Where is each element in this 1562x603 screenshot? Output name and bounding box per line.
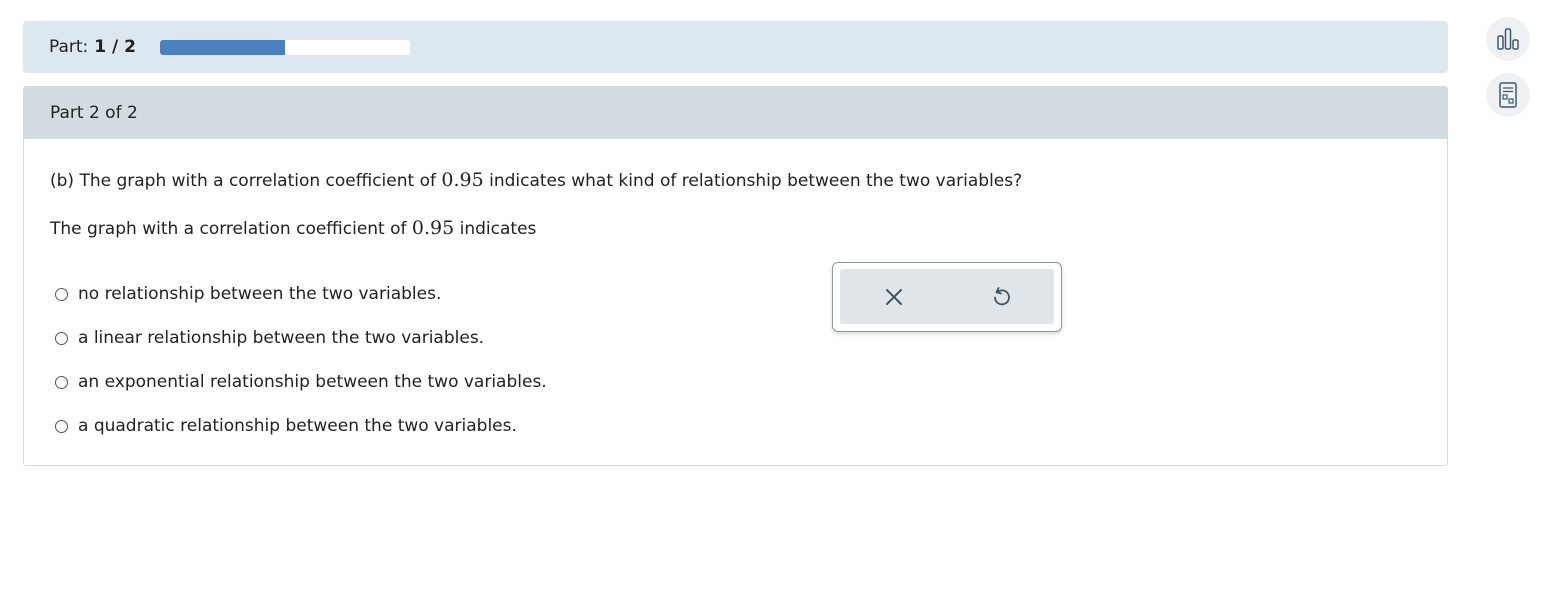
answer-statement: The graph with a correlation coefficient… — [50, 217, 536, 239]
radio-button[interactable] — [55, 375, 68, 389]
option-no-relationship[interactable]: no relationship between the two variable… — [55, 272, 547, 316]
answer-tools-popup — [832, 262, 1062, 332]
radio-button[interactable] — [55, 287, 68, 301]
radio-button[interactable] — [55, 419, 68, 433]
statement-suffix: indicates — [459, 219, 537, 239]
question-text: (b) The graph with a correlation coeffic… — [50, 169, 1022, 191]
undo-icon — [993, 286, 1010, 305]
radio-button[interactable] — [55, 331, 68, 345]
part-count: 1 / 2 — [94, 37, 136, 57]
answer-options: no relationship between the two variable… — [55, 272, 547, 448]
card-header: Part 2 of 2 — [24, 87, 1447, 139]
part-label: Part: — [49, 37, 89, 57]
data-button[interactable] — [1486, 17, 1530, 61]
option-label: a quadratic relationship between the two… — [78, 416, 517, 436]
option-quadratic[interactable]: a quadratic relationship between the two… — [55, 404, 547, 448]
question-suffix: indicates what kind of relationship betw… — [489, 171, 1023, 191]
calculator-icon — [1499, 82, 1517, 108]
option-exponential[interactable]: an exponential relationship between the … — [55, 360, 547, 404]
answer-tools-bar — [840, 269, 1054, 324]
bar-chart-icon — [1497, 28, 1519, 50]
option-label: a linear relationship between the two va… — [78, 328, 485, 348]
question-value: 0.95 — [441, 169, 484, 191]
part-progress-bar: Part: 1 / 2 — [23, 21, 1448, 73]
question-prefix: (b) The graph with a correlation coeffic… — [50, 171, 436, 191]
option-label: an exponential relationship between the … — [78, 372, 547, 392]
part-heading: Part 2 of 2 — [50, 103, 138, 123]
progress-track — [160, 39, 410, 55]
question-card: Part 2 of 2 (b) The graph with a correla… — [23, 86, 1448, 466]
close-icon — [885, 288, 902, 305]
calculator-button[interactable] — [1486, 73, 1530, 117]
part-indicator: Part: 1 / 2 — [49, 37, 136, 57]
statement-prefix: The graph with a correlation coefficient… — [50, 219, 407, 239]
option-label: no relationship between the two variable… — [78, 284, 442, 304]
clear-button[interactable] — [874, 277, 914, 317]
statement-value: 0.95 — [411, 217, 455, 239]
option-linear[interactable]: a linear relationship between the two va… — [55, 316, 547, 360]
undo-button[interactable] — [981, 277, 1021, 317]
progress-fill — [160, 39, 285, 55]
